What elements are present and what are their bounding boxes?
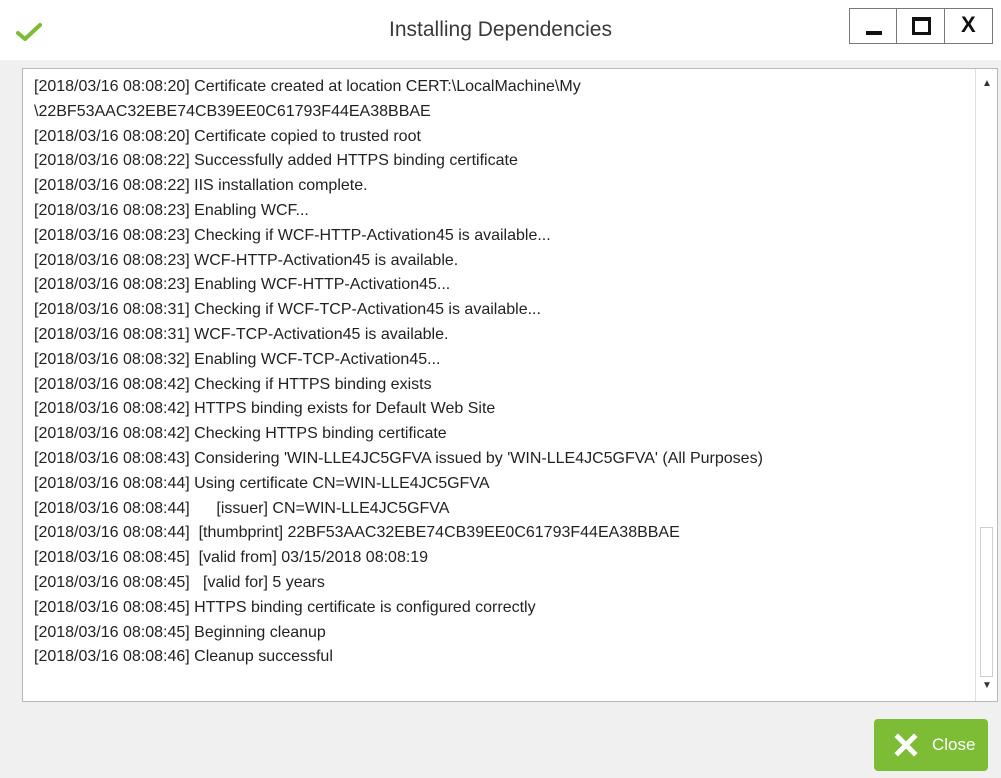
scroll-up-icon[interactable]: ▲ xyxy=(976,73,997,95)
scroll-thumb[interactable] xyxy=(980,527,993,677)
installer-window: Installing Dependencies X [2018/03/16 08… xyxy=(0,0,1001,778)
minimize-icon xyxy=(866,31,882,35)
close-button[interactable]: Close xyxy=(874,719,988,771)
log-line: [2018/03/16 08:08:45] Beginning cleanup xyxy=(34,623,326,641)
log-line: [2018/03/16 08:08:44] [thumbprint] 22BF5… xyxy=(34,524,680,542)
log-line: [2018/03/16 08:08:42] HTTPS binding exis… xyxy=(34,400,496,418)
x-icon xyxy=(894,733,918,757)
log-line: [2018/03/16 08:08:23] Checking if WCF-HT… xyxy=(34,226,551,244)
log-line: [2018/03/16 08:08:32] Enabling WCF-TCP-A… xyxy=(34,350,441,368)
minimize-button[interactable] xyxy=(850,9,898,43)
log-line: [2018/03/16 08:08:44] [issuer] CN=WIN-LL… xyxy=(34,499,450,517)
maximize-button[interactable] xyxy=(897,9,945,43)
log-line: [2018/03/16 08:08:31] WCF-TCP-Activation… xyxy=(34,325,449,343)
log-line: [2018/03/16 08:08:45] [valid for] 5 year… xyxy=(34,573,325,591)
close-icon: X xyxy=(961,12,976,37)
log-line: [2018/03/16 08:08:45] HTTPS binding cert… xyxy=(34,598,536,616)
log-line: [2018/03/16 08:08:20] Certificate create… xyxy=(34,78,581,95)
log-line: [2018/03/16 08:08:22] IIS installation c… xyxy=(34,177,368,195)
log-line: [2018/03/16 08:08:23] Enabling WCF... xyxy=(34,201,309,219)
scroll-down-icon[interactable]: ▼ xyxy=(976,675,997,697)
log-line: [2018/03/16 08:08:23] Enabling WCF-HTTP-… xyxy=(34,276,451,294)
log-line: [2018/03/16 08:08:23] WCF-HTTP-Activatio… xyxy=(34,251,459,269)
log-line: [2018/03/16 08:08:42] Checking if HTTPS … xyxy=(34,375,432,393)
log-line: [2018/03/16 08:08:46] Cleanup successful xyxy=(34,648,333,666)
log-line: [2018/03/16 08:08:22] Successfully added… xyxy=(34,152,518,170)
log-lines: [2018/03/16 08:08:20] Certificate create… xyxy=(34,75,954,670)
log-line: [2018/03/16 08:08:31] Checking if WCF-TC… xyxy=(34,301,541,319)
log-line: [2018/03/16 08:08:20] Certificate copied… xyxy=(34,127,421,145)
log-line: [2018/03/16 08:08:45] [valid from] 03/15… xyxy=(34,549,429,567)
log-output[interactable]: [2018/03/16 08:08:20] Certificate create… xyxy=(22,68,998,702)
vertical-scrollbar[interactable]: ▲ ▼ xyxy=(975,69,997,701)
window-close-button[interactable]: X xyxy=(945,9,992,43)
log-line: \22BF53AAC32EBE74CB39EE0C61793F44EA38BBA… xyxy=(34,102,431,120)
close-button-label: Close xyxy=(932,735,976,754)
log-line: [2018/03/16 08:08:44] Using certificate … xyxy=(34,474,490,492)
title-bar: Installing Dependencies X xyxy=(0,0,1001,60)
maximize-icon xyxy=(912,17,932,35)
log-line: [2018/03/16 08:08:43] Considering 'WIN-L… xyxy=(34,449,763,467)
window-controls: X xyxy=(849,8,993,44)
log-line: [2018/03/16 08:08:42] Checking HTTPS bin… xyxy=(34,425,447,443)
